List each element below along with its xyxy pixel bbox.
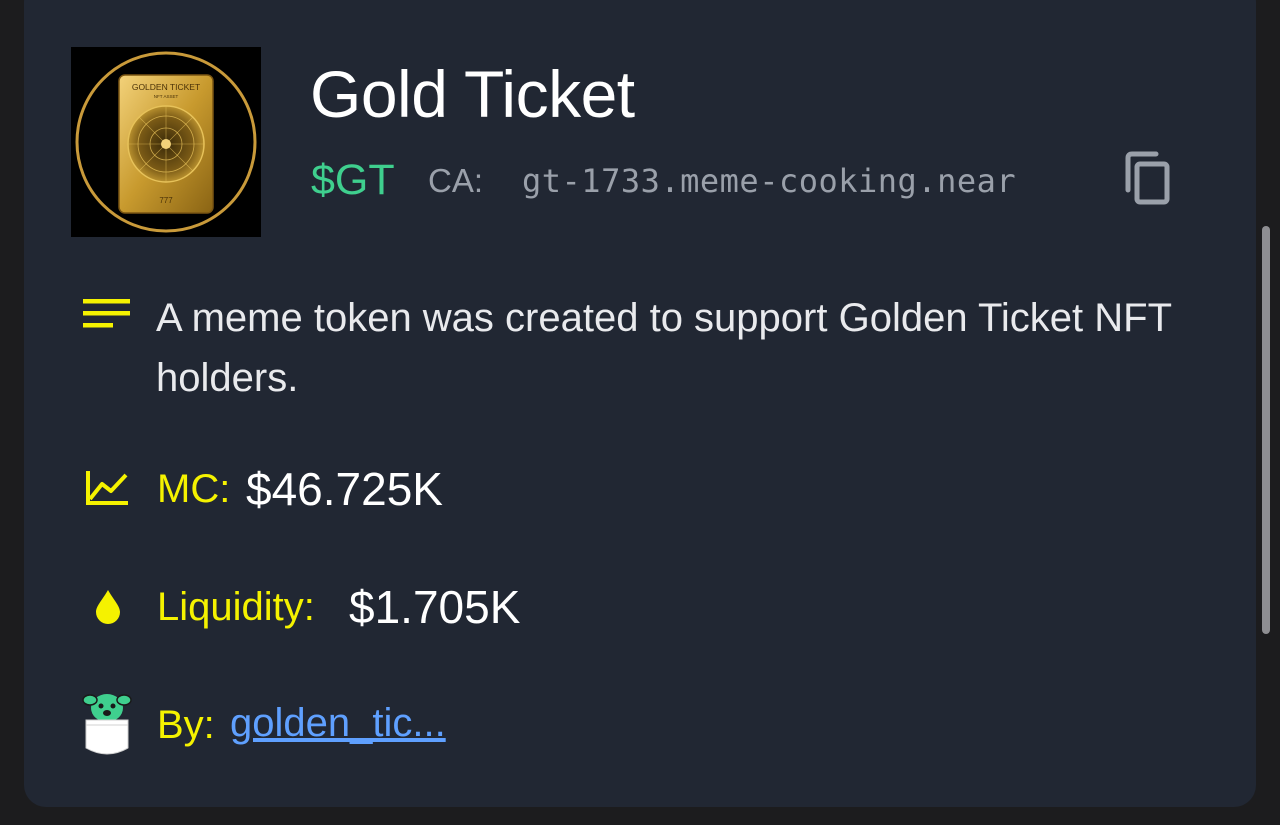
contract-address-value[interactable]: gt-1733.meme-cooking.near: [522, 162, 1016, 200]
gold-ticket-image: GOLDEN TICKET NFT ASSET 777: [71, 47, 261, 237]
copy-icon: [1125, 151, 1170, 205]
liquidity-label: Liquidity:: [157, 585, 315, 629]
svg-text:NFT ASSET: NFT ASSET: [154, 94, 179, 99]
token-name: Gold Ticket: [310, 57, 635, 131]
chart-line-icon: [85, 470, 129, 511]
dog-pocket-icon: [82, 690, 132, 763]
scrollbar[interactable]: [1262, 226, 1270, 634]
svg-text:GOLDEN TICKET: GOLDEN TICKET: [132, 82, 200, 92]
copy-button[interactable]: [1120, 150, 1178, 212]
token-description: A meme token was created to support Gold…: [156, 296, 1172, 400]
contract-address-label: CA:: [428, 162, 484, 199]
svg-text:777: 777: [159, 196, 173, 205]
market-cap-value: $46.725K: [246, 463, 443, 515]
droplet-icon: [94, 588, 122, 629]
lines-icon: [83, 299, 131, 336]
token-ticker: $GT: [311, 156, 395, 204]
token-logo: GOLDEN TICKET NFT ASSET 777: [71, 47, 261, 237]
liquidity-value: $1.705K: [349, 581, 521, 633]
creator-label: By:: [157, 703, 215, 747]
creator-link[interactable]: golden_tic...: [230, 701, 446, 746]
market-cap-label: MC:: [157, 467, 231, 511]
